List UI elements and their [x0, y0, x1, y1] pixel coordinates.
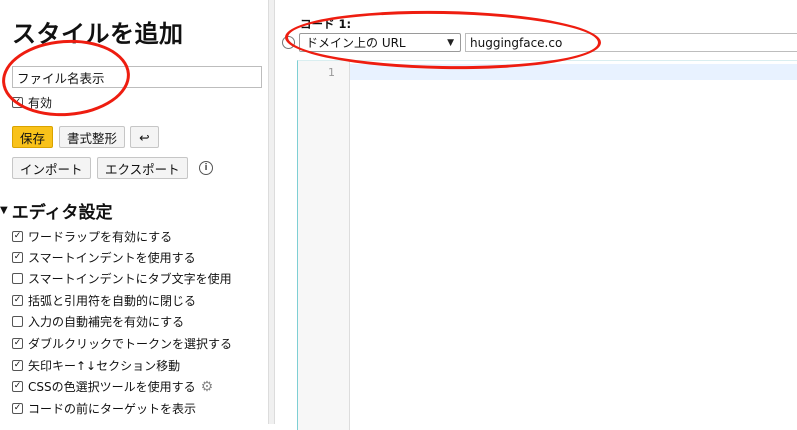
option-label: 括弧と引用符を自動的に閉じる [28, 294, 197, 308]
panel-divider[interactable] [268, 0, 275, 424]
enabled-checkbox-row[interactable]: ✓ 有効 [12, 94, 52, 111]
dropdown-arrow-icon: ▼ [447, 37, 454, 48]
option-checkbox[interactable]: ✓ [12, 403, 23, 414]
collapse-triangle-icon: ▼ [0, 205, 8, 216]
option-checkbox[interactable]: ✓ [12, 360, 23, 371]
match-type-select[interactable]: ドメイン上の URL ▼ [299, 33, 461, 52]
option-row[interactable]: ✓ スマートインデントを使用する [12, 249, 196, 266]
format-button[interactable]: 書式整形 [59, 126, 126, 148]
code-editor[interactable]: 1 [297, 60, 797, 430]
line-number-gutter: 1 [298, 61, 350, 430]
undo-icon: ↩ [139, 129, 150, 145]
option-row[interactable]: ✓ 括弧と引用符を自動的に閉じる [12, 292, 196, 309]
style-name-input[interactable] [12, 66, 262, 88]
option-label: スマートインデントにタブ文字を使用 [28, 272, 232, 286]
editor-settings-title: エディタ設定 [11, 203, 113, 223]
save-button[interactable]: 保存 [12, 126, 54, 148]
enabled-checkbox[interactable]: ✓ [12, 97, 23, 108]
option-label: コードの前にターゲットを表示 [28, 402, 197, 416]
option-checkbox[interactable] [12, 316, 23, 327]
option-checkbox[interactable]: ✓ [12, 381, 23, 392]
option-label: スマートインデントを使用する [28, 251, 196, 265]
option-checkbox[interactable]: ✓ [12, 231, 23, 242]
option-row[interactable]: ✓ CSSの色選択ツールを使用する ⚙ [12, 378, 213, 395]
option-row[interactable]: ✓ 矢印キー↑↓セクション移動 [12, 357, 180, 374]
info-icon[interactable]: i [199, 161, 213, 175]
sidebar: スタイルを追加 ✓ 有効 保存 書式整形 ↩ インポート エクスポート i ▼ … [0, 0, 268, 424]
option-label: 矢印キー↑↓セクション移動 [28, 359, 181, 373]
option-row[interactable]: 入力の自動補完を有効にする [12, 313, 184, 330]
active-line-highlight [350, 64, 797, 80]
editor-panel: コード 1: ドメイン上の URL ▼ 1 [275, 0, 797, 430]
enabled-label: 有効 [28, 96, 53, 110]
option-checkbox[interactable]: ✓ [12, 295, 23, 306]
option-row[interactable]: スマートインデントにタブ文字を使用 [12, 270, 232, 287]
option-row[interactable]: ✓ ダブルクリックでトークンを選択する [12, 335, 232, 352]
option-label: ダブルクリックでトークンを選択する [28, 337, 233, 351]
code-section-label: コード 1: [300, 17, 352, 31]
gear-icon[interactable]: ⚙ [201, 379, 214, 395]
option-label: CSSの色選択ツールを使用する [28, 380, 196, 394]
option-row[interactable]: ✓ コードの前にターゲットを表示 [12, 400, 196, 417]
import-button[interactable]: インポート [12, 157, 91, 179]
option-checkbox[interactable]: ✓ [12, 252, 23, 263]
export-button[interactable]: エクスポート [97, 157, 188, 179]
editor-settings-header[interactable]: ▼ エディタ設定 [0, 198, 113, 223]
option-label: ワードラップを有効にする [28, 230, 173, 244]
page-title: スタイルを追加 [12, 20, 184, 48]
option-checkbox[interactable]: ✓ [12, 338, 23, 349]
match-type-value: ドメイン上の URL [306, 36, 406, 50]
circle-icon[interactable] [282, 36, 295, 49]
option-row[interactable]: ✓ ワードラップを有効にする [12, 228, 172, 245]
url-input[interactable] [465, 33, 797, 52]
line-number: 1 [328, 66, 335, 79]
option-label: 入力の自動補完を有効にする [28, 315, 185, 329]
undo-button[interactable]: ↩ [130, 126, 159, 148]
option-checkbox[interactable] [12, 273, 23, 284]
